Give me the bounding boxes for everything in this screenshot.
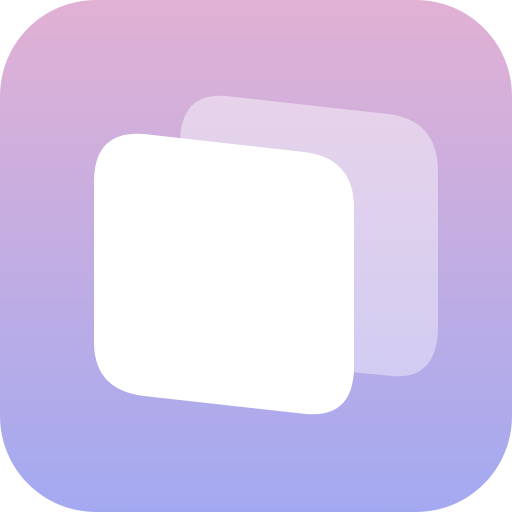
stacked-cards-icon	[0, 0, 512, 512]
front-card-shape	[94, 133, 354, 415]
app-icon[interactable]	[0, 0, 512, 512]
